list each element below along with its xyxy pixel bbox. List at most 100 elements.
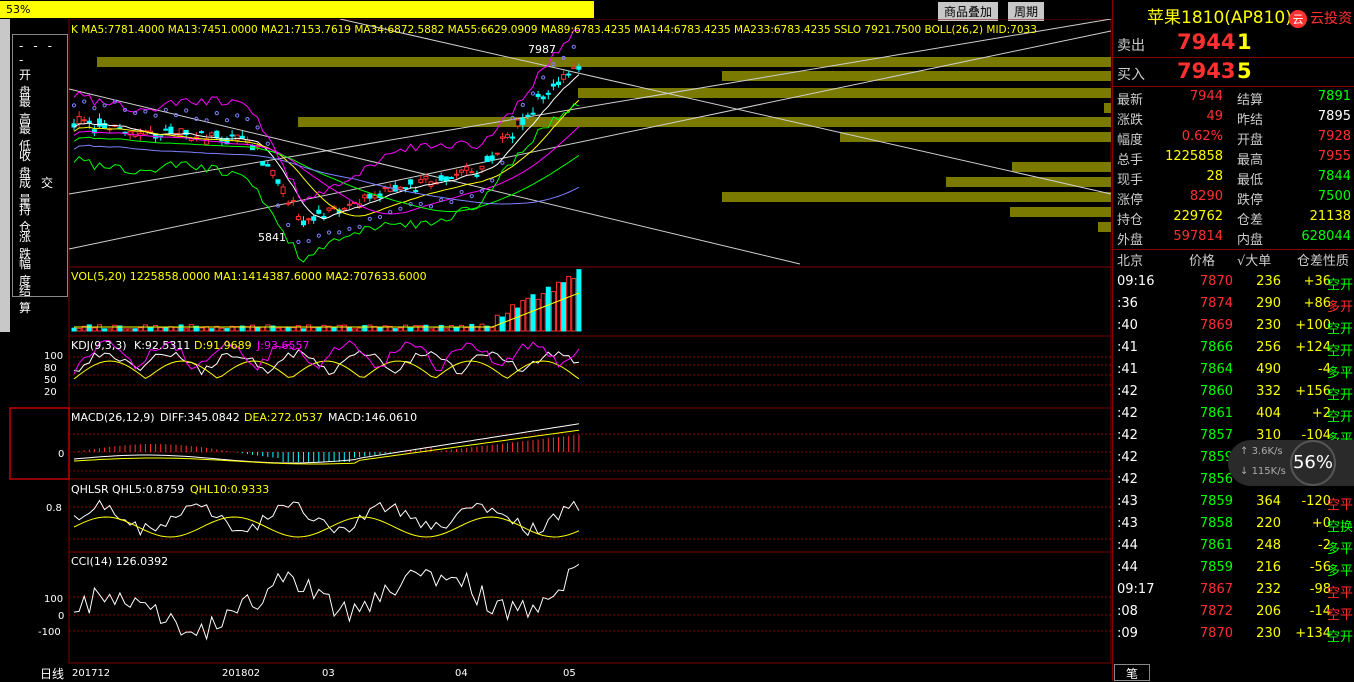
volume-bar xyxy=(142,324,148,332)
quote-row: 持仓 229762 仓差 21138 xyxy=(1117,209,1353,229)
kline-chart[interactable]: K MA5:7781.4000 MA13:7451.0000 MA21:7153… xyxy=(0,19,1112,681)
tick-row: :08 7872 206 -14 空平 xyxy=(1113,604,1354,626)
tick-volume: 236 xyxy=(1256,274,1281,289)
tick-price: 7874 xyxy=(1199,296,1233,311)
sar-dot xyxy=(500,160,505,165)
candle-body xyxy=(474,174,480,177)
sar-dot xyxy=(286,222,291,228)
candle-body xyxy=(209,132,215,137)
tick-row: :42 7860 332 +156 空开 xyxy=(1113,384,1354,406)
usage-percent: 56% xyxy=(1290,440,1336,486)
tick-volume: 404 xyxy=(1256,406,1281,421)
tick-nature: 多平 xyxy=(1326,542,1353,557)
volume-bar xyxy=(71,327,77,332)
tick-volume: 256 xyxy=(1256,340,1281,355)
qhl10-value: QHL10:0.9333 xyxy=(190,483,269,496)
candle-body xyxy=(367,193,373,199)
volume-bar xyxy=(321,324,327,332)
ask-row: 卖出 7944 1 xyxy=(1117,30,1353,56)
tick-row: :43 7859 364 -120 空平 xyxy=(1113,494,1354,516)
tick-time: :42 xyxy=(1117,384,1138,399)
volume-bar xyxy=(295,325,301,332)
candle-body xyxy=(306,218,312,221)
qhl-title: QHLSR xyxy=(71,483,109,496)
candle-body xyxy=(403,187,408,190)
hdr-oi: 仓差 xyxy=(1297,254,1324,269)
volume-bar xyxy=(224,328,230,332)
tick-nature: 空平 xyxy=(1326,608,1353,623)
candle-body xyxy=(270,170,276,176)
volume-bar xyxy=(454,326,459,332)
quote-row: 涨停 8290 跌停 7500 xyxy=(1117,189,1353,209)
candle-body xyxy=(438,175,444,181)
quote-label: 结算 xyxy=(1237,93,1264,108)
quote-value: 7844 xyxy=(1317,169,1351,184)
volume-bar xyxy=(183,328,189,332)
trend-line xyxy=(68,19,1112,195)
candle-body xyxy=(535,93,541,97)
quote-row: 总手 1225858 最高 7955 xyxy=(1117,149,1353,169)
sar-dot xyxy=(398,206,403,211)
quote-value: 7500 xyxy=(1317,189,1351,204)
tick-time: :43 xyxy=(1117,494,1138,509)
tick-price: 7869 xyxy=(1199,318,1233,333)
quote-row: 最新 7944 结算 7891 xyxy=(1117,89,1353,109)
qhl-tick: 0.8 xyxy=(46,503,62,514)
volume-bar xyxy=(341,324,347,332)
candle-body xyxy=(382,187,388,190)
volume-bar xyxy=(311,327,317,332)
candle-body xyxy=(199,131,204,134)
tick-price: 7872 xyxy=(1199,604,1233,619)
volume-bar xyxy=(209,328,215,332)
candle-body xyxy=(545,92,551,95)
volume-bar xyxy=(408,327,414,332)
candle-body xyxy=(239,135,245,139)
volume-bar xyxy=(479,323,485,332)
sar-dot xyxy=(102,103,107,108)
tick-price: 7859 xyxy=(1199,560,1233,575)
tick-volume: 490 xyxy=(1256,362,1281,377)
candle-body xyxy=(341,208,347,211)
volume-profile-bar xyxy=(1010,207,1111,217)
candle-body xyxy=(275,179,281,184)
kdj-d-value: D:91.9689 xyxy=(194,339,252,352)
quote-label: 昨结 xyxy=(1237,113,1264,128)
tick-nature: 空开 xyxy=(1326,410,1353,425)
volume-bar xyxy=(163,327,169,332)
ma5-line xyxy=(73,74,580,220)
qhl5-line xyxy=(73,499,580,537)
tick-time: :42 xyxy=(1117,472,1138,487)
volume-bar xyxy=(413,325,419,332)
sar-dot xyxy=(459,189,464,195)
volume-bar xyxy=(540,293,546,332)
tick-nature: 空开 xyxy=(1326,344,1353,359)
sar-dot xyxy=(163,107,168,112)
hdr-nature: 性质 xyxy=(1323,254,1350,269)
volume-bar xyxy=(137,327,143,332)
tick-row: 09:17 7867 232 -98 空平 xyxy=(1113,582,1354,604)
sar-dot xyxy=(82,99,87,104)
candle-body xyxy=(163,128,169,131)
tick-price: 7859 xyxy=(1199,450,1233,465)
network-widget[interactable]: ↑ 3.6K/s ↓ 115K/s 56% xyxy=(1228,440,1354,486)
quote-value: 229762 xyxy=(1173,209,1223,224)
tick-volume: 206 xyxy=(1256,604,1281,619)
quote-value: 7895 xyxy=(1317,109,1351,124)
quote-label: 现手 xyxy=(1117,173,1144,188)
tick-row: :40 7869 230 +100 空开 xyxy=(1113,318,1354,340)
tick-volume: 216 xyxy=(1256,560,1281,575)
upload-speed: ↑ 3.6K/s xyxy=(1240,446,1283,457)
volume-profile-bar xyxy=(298,117,1111,127)
kdj-title: KDJ(9,3,3) xyxy=(71,339,127,352)
volume-bar xyxy=(367,324,373,332)
tick-nature: 多开 xyxy=(1326,300,1353,315)
quote-value: 597814 xyxy=(1173,229,1223,244)
quote-label: 外盘 xyxy=(1117,233,1144,248)
tab-ticks[interactable]: 笔 xyxy=(1114,664,1150,681)
sar-dot xyxy=(337,230,342,235)
bid-price: 7943 xyxy=(1177,59,1236,83)
tick-row: :44 7859 216 -56 多平 xyxy=(1113,560,1354,582)
hdr-price: 价格 xyxy=(1189,254,1216,269)
candle-body xyxy=(576,66,582,70)
tick-time: :42 xyxy=(1117,428,1138,443)
